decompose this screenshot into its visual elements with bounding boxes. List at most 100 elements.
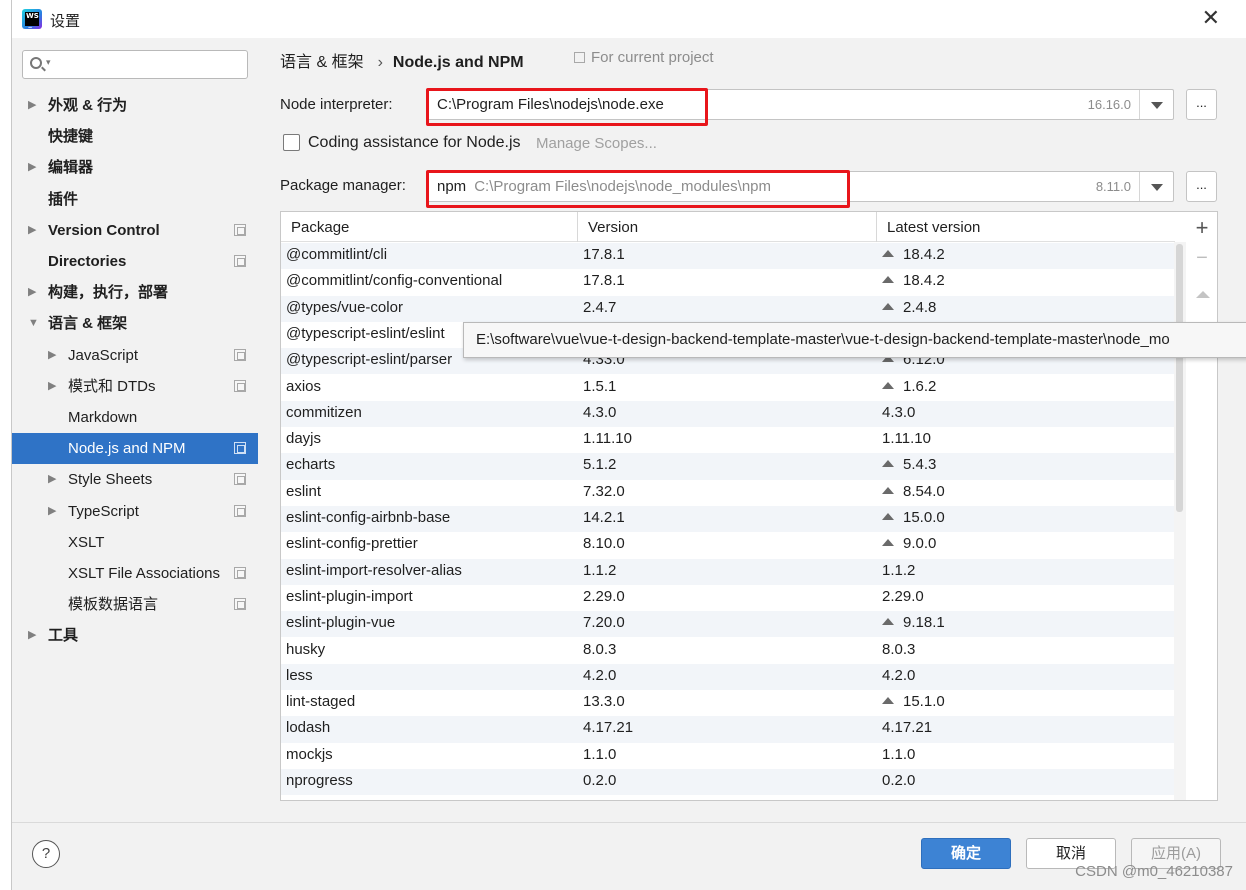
column-divider[interactable]	[577, 212, 578, 242]
highlight-box	[426, 170, 850, 208]
sidebar-item[interactable]: ▶ Version Control	[12, 215, 258, 246]
sidebar-item[interactable]: Node.js and NPM	[12, 433, 258, 465]
manage-scopes-link[interactable]: Manage Scopes...	[536, 135, 657, 152]
table-row[interactable]: @types/vue-color 2.4.7 2.4.8	[281, 295, 1175, 322]
sidebar-item[interactable]: XSLT File Associations	[12, 558, 258, 589]
table-row[interactable]: eslint-plugin-import 2.29.0 2.29.0	[281, 585, 1175, 611]
chevron-right-icon[interactable]: ▶	[48, 496, 56, 527]
table-row[interactable]: commitizen 4.3.0 4.3.0	[281, 400, 1175, 428]
coding-assistance-label[interactable]: Coding assistance for Node.js	[308, 134, 521, 152]
sidebar-item-label: JavaScript	[68, 346, 139, 364]
table-row[interactable]: mockjs 1.1.0 1.1.0	[281, 743, 1175, 769]
sidebar-item[interactable]: 快捷键	[12, 121, 258, 152]
version-cell: 1.1.2	[583, 561, 617, 579]
upgrade-available-icon	[882, 381, 894, 389]
column-header-package[interactable]: Package	[291, 219, 349, 236]
package-manager-browse-button[interactable]: ...	[1186, 171, 1217, 202]
package-name-cell: eslint	[286, 482, 322, 500]
latest-version-cell: 1.11.10	[882, 430, 931, 447]
chevron-down-icon[interactable]: ▼	[28, 308, 39, 339]
table-row[interactable]: axios 1.5.1 1.6.2	[281, 375, 1175, 401]
latest-version-cell: 1.1.0	[882, 746, 915, 763]
latest-version-cell: 2.4.8	[882, 299, 936, 316]
table-header: Package Version Latest version	[281, 212, 1175, 242]
table-row[interactable]: eslint-plugin-vue 7.20.0 9.18.1	[281, 611, 1175, 638]
column-divider[interactable]	[876, 212, 877, 242]
chevron-right-icon[interactable]: ▶	[28, 152, 36, 183]
table-row[interactable]: eslint-config-prettier 8.10.0 9.0.0	[281, 532, 1175, 558]
interpreter-browse-button[interactable]: ...	[1186, 89, 1217, 120]
chevron-right-icon[interactable]: ▶	[28, 90, 36, 121]
sidebar-item-label: Directories	[48, 253, 127, 270]
latest-version-text: 4.2.0	[882, 666, 916, 684]
table-row[interactable]: lint-staged 13.3.0 15.1.0	[281, 690, 1175, 716]
chevron-right-icon[interactable]: ▶	[28, 620, 36, 651]
sidebar-item[interactable]: ▶ 编辑器	[12, 152, 258, 183]
table-row[interactable]: @commitlint/config-conventional 17.8.1 18.…	[281, 269, 1175, 295]
table-row[interactable]: husky 8.0.3 8.0.3	[281, 638, 1175, 664]
search-icon	[30, 57, 42, 69]
settings-dialog: WS _ 设置 ✕ ▾ ▶ 外观 & 行为 快捷键 ▶ 编辑器 插件 ▶ Version Co…	[11, 0, 1246, 890]
table-row[interactable]: lodash 4.17.21 4.17.21	[281, 716, 1175, 743]
sidebar-item[interactable]: ▶ 工具	[12, 620, 258, 651]
help-button[interactable]: ?	[32, 840, 60, 868]
chevron-right-icon[interactable]: ▶	[28, 277, 36, 308]
latest-version-text: 1.1.0	[882, 745, 916, 763]
latest-version-cell: 4.2.0	[882, 667, 915, 684]
table-row[interactable]: eslint 7.32.0 8.54.0	[281, 480, 1175, 506]
package-name-cell: @types/vue-color	[286, 298, 403, 316]
chevron-right-icon[interactable]: ▶	[48, 340, 56, 371]
package-name-cell: eslint-import-resolver-alias	[286, 561, 462, 579]
close-icon[interactable]: ✕	[1202, 6, 1220, 30]
table-row[interactable]: eslint-config-airbnb-base 14.2.1 15.0.0	[281, 506, 1175, 533]
sidebar-item[interactable]: Markdown	[12, 402, 258, 433]
sidebar-item[interactable]: ▶ JavaScript	[12, 340, 258, 371]
project-icon	[574, 52, 585, 63]
sidebar-item[interactable]: ▼ 语言 & 框架	[12, 308, 258, 339]
column-header-version[interactable]: Version	[588, 219, 638, 236]
sidebar-item-label: 快捷键	[48, 128, 94, 146]
latest-version-cell: 0.2.0	[882, 772, 915, 789]
upgrade-package-icon[interactable]	[1196, 291, 1210, 298]
breadcrumb-parent[interactable]: 语言 & 框架	[280, 54, 364, 71]
sidebar-item-label: XSLT	[68, 533, 105, 551]
chevron-right-icon[interactable]: ▶	[28, 215, 36, 246]
column-header-latest[interactable]: Latest version	[887, 219, 980, 236]
sidebar-item[interactable]: ▶ 模式和 DTDs	[12, 371, 258, 402]
latest-version-text: 0.2.0	[882, 772, 916, 789]
sidebar-item[interactable]: 插件	[12, 184, 258, 215]
path-tooltip: E:\software\vue\vue-t-design-backend-tem…	[463, 322, 1246, 358]
package-name-cell: dayjs	[286, 430, 322, 448]
remove-package-button[interactable]: −	[1186, 247, 1218, 270]
version-cell: 1.1.0	[583, 745, 617, 763]
table-row[interactable]: less 4.2.0 4.2.0	[281, 663, 1175, 691]
sidebar-item[interactable]: ▶ 构建，执行，部署	[12, 277, 258, 308]
sidebar-item[interactable]: ▶ Style Sheets	[12, 464, 258, 495]
chevron-down-icon[interactable]	[1139, 90, 1173, 119]
table-row[interactable]: nprogress 0.2.0 0.2.0	[281, 769, 1175, 796]
sidebar-item[interactable]: ▶ 外观 & 行为	[12, 90, 258, 121]
add-package-button[interactable]: +	[1186, 215, 1218, 241]
sidebar-item[interactable]: Directories	[12, 246, 258, 277]
coding-assistance-checkbox[interactable]	[283, 134, 300, 151]
chevron-right-icon[interactable]: ▶	[48, 371, 56, 402]
package-name-cell: less	[286, 666, 313, 684]
table-row[interactable]: dayjs 1.11.10 1.11.10	[281, 427, 1175, 453]
latest-version-text: 1.6.2	[903, 377, 937, 395]
latest-version-text: 15.0.0	[903, 509, 945, 526]
chevron-down-icon[interactable]	[1139, 172, 1173, 201]
sidebar-item[interactable]: ▶ TypeScript	[12, 496, 258, 527]
package-name-cell: lodash	[286, 719, 331, 737]
ok-button[interactable]: 确定	[921, 838, 1011, 869]
search-input[interactable]: ▾	[22, 50, 248, 79]
version-cell: 5.1.2	[583, 456, 617, 474]
version-cell: 4.2.0	[583, 666, 617, 684]
scrollbar-thumb[interactable]	[1176, 244, 1183, 512]
table-row[interactable]: eslint-import-resolver-alias 1.1.2 1.1.2	[281, 558, 1175, 585]
table-row[interactable]: echarts 5.1.2 5.4.3	[281, 453, 1175, 480]
sidebar-item[interactable]: 模板数据语言	[12, 589, 258, 620]
chevron-right-icon[interactable]: ▶	[48, 464, 56, 495]
table-row[interactable]: @commitlint/cli 17.8.1 18.4.2	[281, 243, 1175, 270]
sidebar-item[interactable]: XSLT	[12, 527, 258, 558]
latest-version-text: 1.1.2	[882, 561, 916, 579]
